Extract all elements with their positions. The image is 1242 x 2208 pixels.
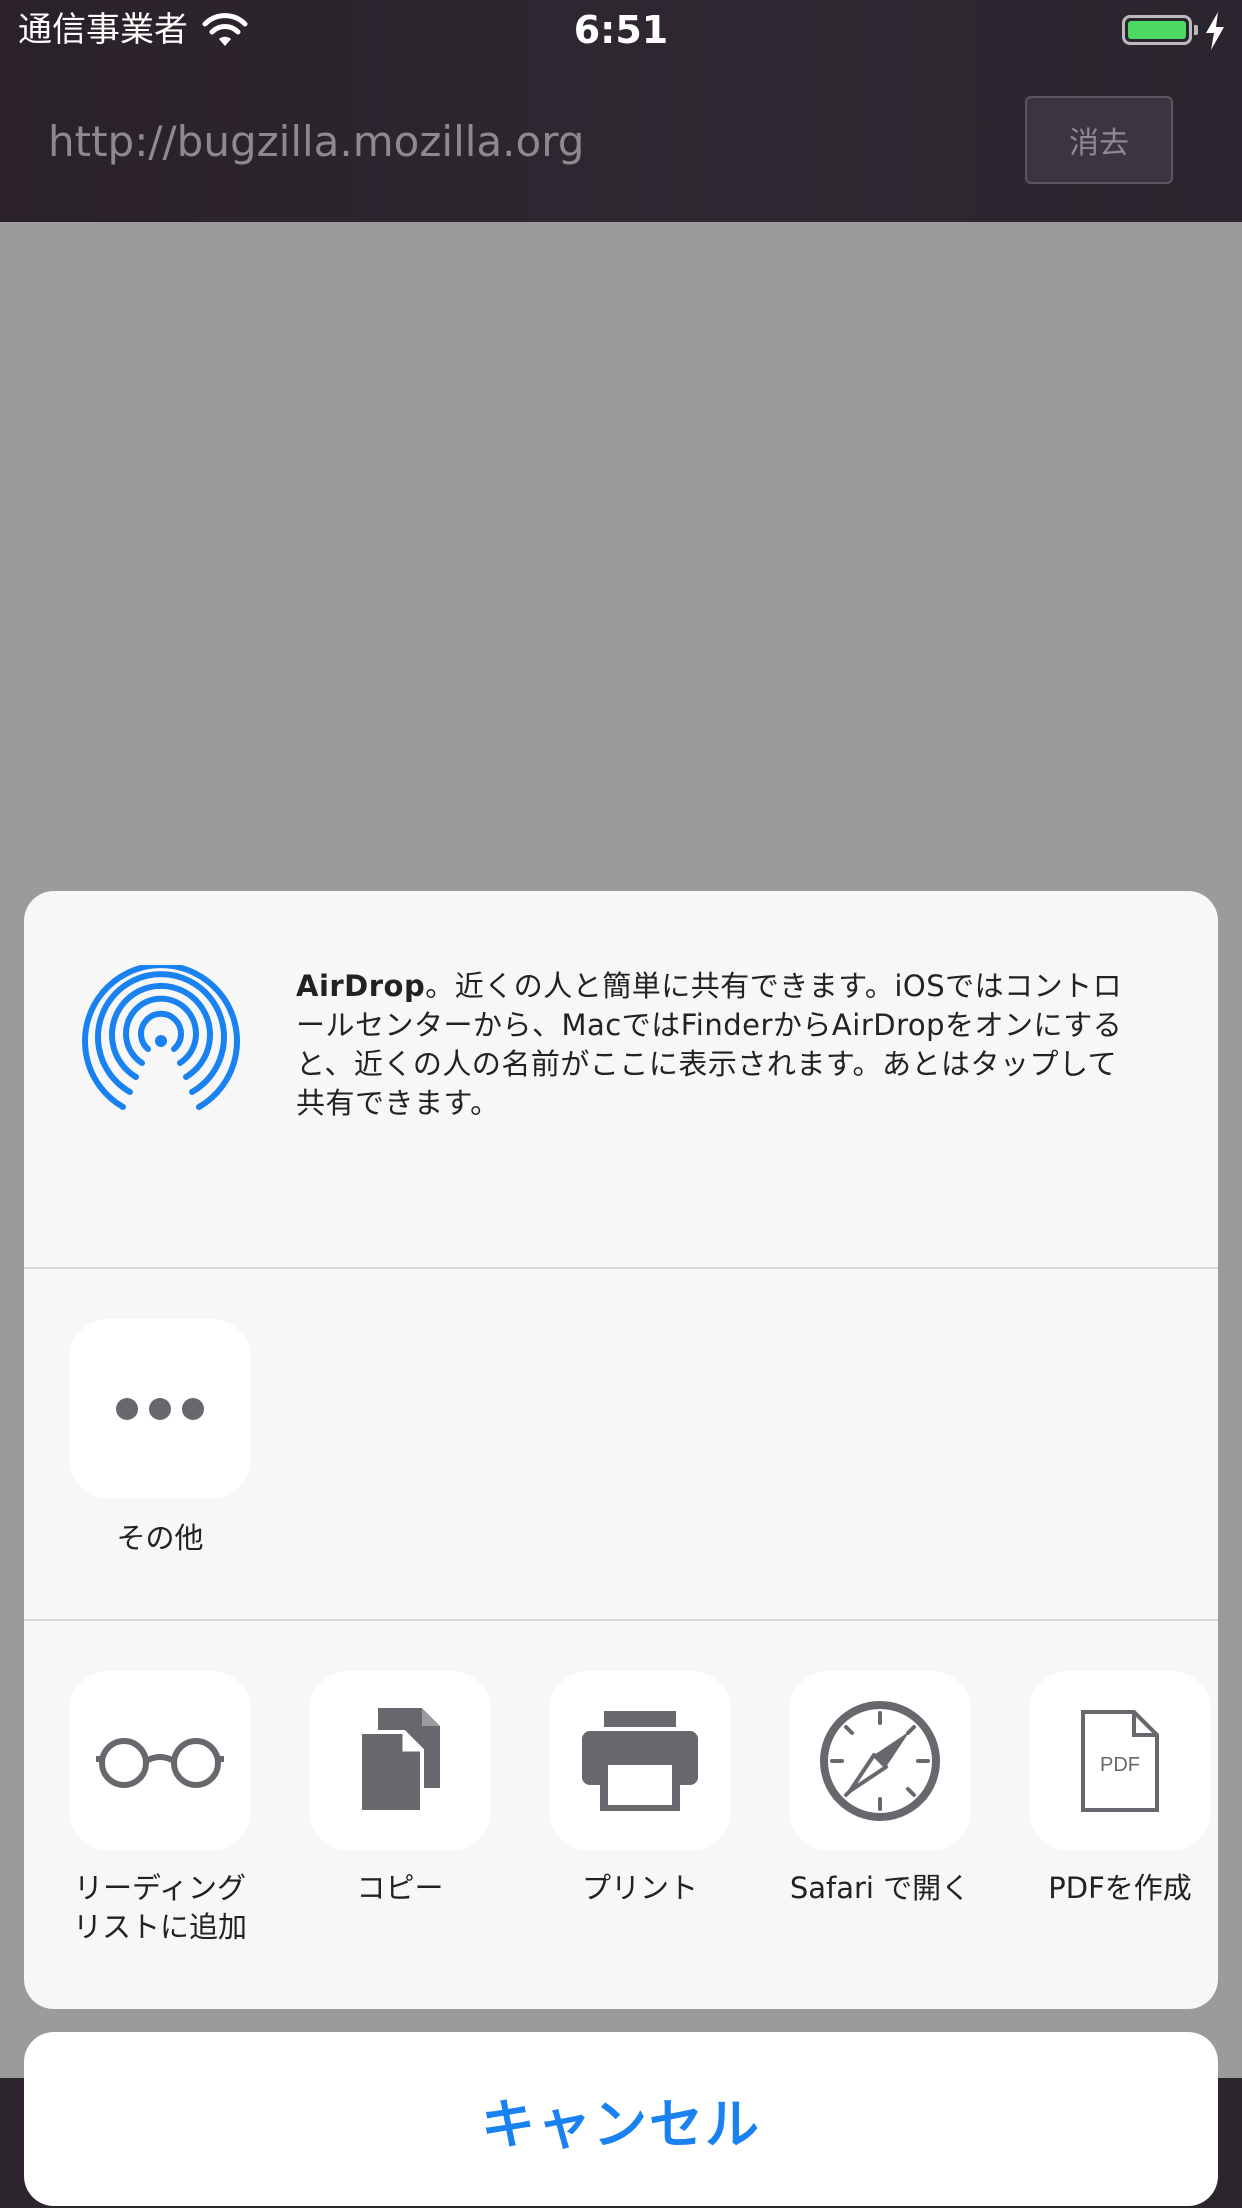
charging-bolt-icon bbox=[1206, 12, 1224, 50]
glasses-icon bbox=[96, 1738, 224, 1788]
share-sheet: AirDrop。近くの人と簡単に共有できます。iOSではコントロ ールセンターか… bbox=[24, 891, 1218, 2009]
open-in-safari-label: Safari で開く bbox=[789, 1871, 971, 1905]
more-label: その他 bbox=[116, 1521, 204, 1555]
more-icon bbox=[116, 1398, 204, 1420]
copy-icon bbox=[358, 1708, 440, 1814]
browser-header: 通信事業者 6:51 http://bugzilla.mozilla.org 消… bbox=[0, 0, 1242, 222]
compass-icon bbox=[820, 1701, 940, 1821]
status-time: 6:51 bbox=[573, 8, 669, 52]
airdrop-section: AirDrop。近くの人と簡単に共有できます。iOSではコントロ ールセンターか… bbox=[24, 891, 1218, 1267]
create-pdf-button[interactable]: PDF bbox=[1030, 1671, 1210, 1851]
status-bar: 通信事業者 6:51 bbox=[0, 0, 1242, 62]
pdf-icon: PDF bbox=[1081, 1710, 1159, 1812]
more-button[interactable] bbox=[70, 1319, 250, 1499]
airdrop-description: AirDrop。近くの人と簡単に共有できます。iOSではコントロ ールセンターか… bbox=[296, 969, 1123, 1120]
share-actions-row: リーディング リストに追加 コピー プリント Safari で開く PDF PD… bbox=[24, 1621, 1218, 2009]
print-button[interactable] bbox=[550, 1671, 730, 1851]
share-apps-row: その他 bbox=[24, 1269, 1218, 1619]
copy-label: コピー bbox=[356, 1871, 444, 1905]
airdrop-title: AirDrop bbox=[296, 969, 426, 1003]
copy-button[interactable] bbox=[310, 1671, 490, 1851]
url-field[interactable]: http://bugzilla.mozilla.org bbox=[48, 112, 584, 172]
add-to-reading-list-button[interactable] bbox=[70, 1671, 250, 1851]
battery-icon bbox=[1122, 15, 1192, 45]
create-pdf-label: PDFを作成 bbox=[1048, 1871, 1192, 1905]
airdrop-icon bbox=[82, 965, 240, 1110]
cancel-button[interactable]: キャンセル bbox=[24, 2032, 1218, 2206]
pdf-icon-text: PDF bbox=[1100, 1754, 1140, 1776]
clear-button[interactable]: 消去 bbox=[1025, 96, 1173, 184]
reading-list-label: リーディング リストに追加 bbox=[72, 1871, 247, 1944]
print-icon bbox=[582, 1711, 698, 1811]
open-in-safari-button[interactable] bbox=[790, 1671, 970, 1851]
print-label: プリント bbox=[581, 1871, 698, 1905]
